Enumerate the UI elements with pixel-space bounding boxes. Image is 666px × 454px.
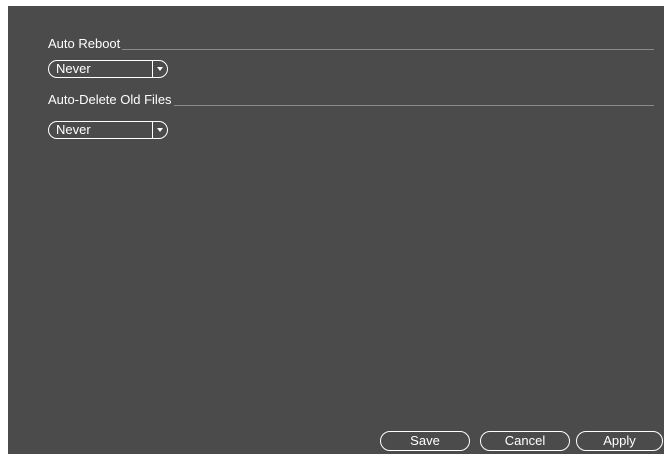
auto-delete-select[interactable]: Never <box>48 121 168 139</box>
apply-button[interactable]: Apply <box>576 431 663 451</box>
auto-delete-label: Auto-Delete Old Files <box>48 92 172 107</box>
settings-panel: Auto Reboot Never Auto-Delete Old Files … <box>8 6 664 454</box>
auto-reboot-value: Never <box>56 61 91 76</box>
auto-delete-value: Never <box>56 122 91 137</box>
section-divider <box>173 105 654 106</box>
cancel-button[interactable]: Cancel <box>480 431 570 451</box>
save-button[interactable]: Save <box>380 431 470 451</box>
auto-delete-header: Auto-Delete Old Files <box>48 88 654 108</box>
chevron-down-icon[interactable] <box>152 61 167 77</box>
auto-reboot-select[interactable]: Never <box>48 60 168 78</box>
section-divider <box>122 49 654 50</box>
auto-reboot-header: Auto Reboot <box>48 32 654 52</box>
chevron-down-icon[interactable] <box>152 122 167 138</box>
auto-reboot-label: Auto Reboot <box>48 36 121 51</box>
